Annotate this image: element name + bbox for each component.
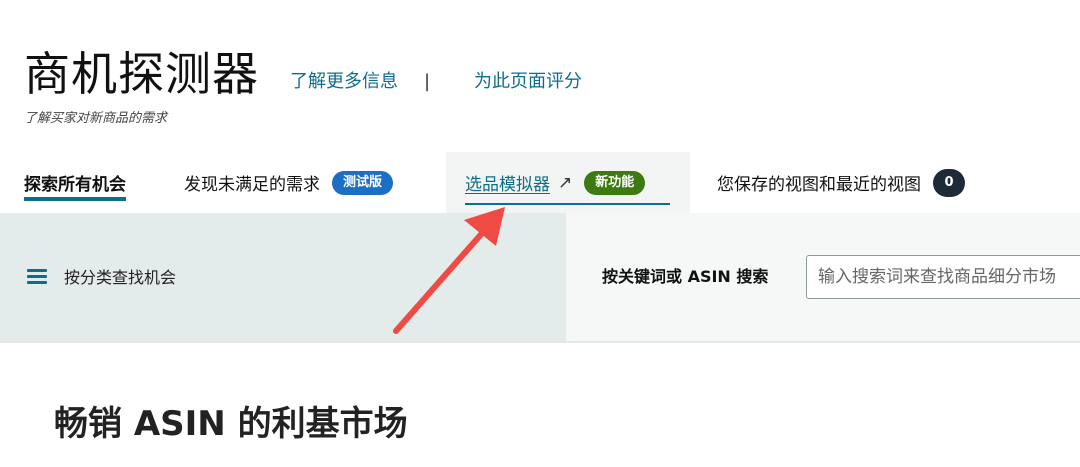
page-subtitle: 了解买家对新商品的需求 (24, 111, 168, 126)
tab-explore-all-label: 探索所有机会 (24, 175, 126, 195)
hamburger-menu-icon[interactable] (27, 269, 47, 285)
simulator-underline (465, 203, 670, 205)
browse-by-category-label[interactable]: 按分类查找机会 (64, 267, 176, 289)
page-title: 商机探测器 (24, 47, 259, 101)
new-feature-badge: 新功能 (584, 170, 646, 195)
section-title: 畅销 ASIN 的利基市场 (54, 404, 408, 444)
tab-explore-all[interactable]: 探索所有机会 (24, 152, 126, 213)
learn-more-link[interactable]: 了解更多信息 (290, 70, 398, 94)
saved-views-count-badge: 0 (933, 168, 965, 197)
active-tab-indicator (24, 197, 126, 201)
tab-saved-views-label: 您保存的视图和最近的视图 (717, 175, 921, 195)
external-link-icon: ↗ (558, 172, 573, 193)
search-input[interactable] (806, 255, 1080, 299)
tab-saved-views[interactable]: 您保存的视图和最近的视图 0 (717, 152, 965, 213)
tab-unmet-needs-label: 发现未满足的需求 (184, 175, 320, 195)
search-band: 按分类查找机会 按关键词或 ASIN 搜索 (0, 213, 1080, 343)
keyword-search-label: 按关键词或 ASIN 搜索 (602, 267, 769, 286)
link-separator: | (424, 71, 431, 92)
category-panel[interactable]: 按分类查找机会 (0, 213, 566, 341)
tab-product-simulator[interactable]: 选品模拟器 ↗ 新功能 (446, 152, 690, 213)
tab-unmet-needs[interactable]: 发现未满足的需求 测试版 (184, 152, 394, 213)
page-header: 商机探测器 了解更多信息 | 为此页面评分 了解买家对新商品的需求 (0, 0, 1080, 152)
tab-product-simulator-label: 选品模拟器 (465, 175, 550, 195)
beta-badge: 测试版 (332, 170, 394, 195)
rate-page-link[interactable]: 为此页面评分 (474, 70, 582, 94)
tab-bar: 探索所有机会 发现未满足的需求 测试版 选品模拟器 ↗ 新功能 您保存的视图和最… (0, 152, 1080, 213)
